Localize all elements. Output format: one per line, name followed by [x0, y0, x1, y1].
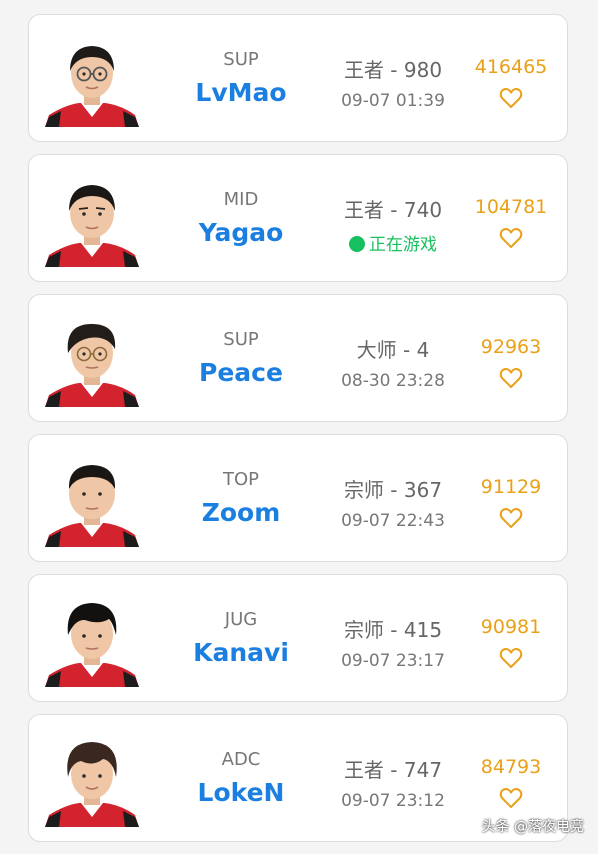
last-active-time: 09-07 01:39	[341, 91, 445, 111]
player-avatar	[43, 455, 141, 547]
player-card[interactable]: JUG Kanavi 宗师 - 415 09-07 23:17 90981	[28, 574, 568, 702]
player-role: MID	[223, 189, 259, 210]
green-dot-icon	[349, 236, 365, 252]
last-active-time: 09-07 23:12	[341, 791, 445, 811]
player-role: JUG	[224, 609, 258, 630]
heart-outline-icon[interactable]	[499, 507, 523, 529]
heart-outline-icon[interactable]	[499, 87, 523, 109]
player-score: 84793	[480, 756, 542, 778]
player-avatar	[43, 315, 141, 407]
last-active-time: 08-30 23:28	[341, 371, 445, 391]
player-card[interactable]: MID Yagao 王者 - 740 正在游戏 104781	[28, 154, 568, 282]
player-score: 91129	[480, 476, 542, 498]
player-name[interactable]: LokeN	[175, 778, 307, 807]
player-name[interactable]: Kanavi	[175, 638, 307, 667]
player-name[interactable]: LvMao	[175, 78, 307, 107]
heart-outline-icon[interactable]	[499, 367, 523, 389]
watermark-text: 头条 @落夜电竞	[481, 819, 584, 835]
player-avatar	[43, 35, 141, 127]
player-avatar	[43, 595, 141, 687]
online-status: 正在游戏	[329, 230, 457, 255]
player-rank: 王者 - 747	[343, 758, 443, 782]
player-score: 92963	[480, 336, 542, 358]
player-role: TOP	[222, 469, 260, 490]
player-rank: 宗师 - 367	[343, 478, 443, 502]
heart-outline-icon[interactable]	[499, 787, 523, 809]
player-card[interactable]: SUP Peace 大师 - 4 08-30 23:28 92963	[28, 294, 568, 422]
player-rank: 宗师 - 415	[343, 618, 443, 642]
player-avatar	[43, 175, 141, 267]
player-score: 416465	[474, 56, 548, 78]
heart-outline-icon[interactable]	[499, 647, 523, 669]
player-avatar	[43, 735, 141, 827]
player-card[interactable]: TOP Zoom 宗师 - 367 09-07 22:43 91129	[28, 434, 568, 562]
player-rank: 王者 - 740	[343, 198, 443, 222]
heart-outline-icon[interactable]	[499, 227, 523, 249]
player-name[interactable]: Zoom	[175, 498, 307, 527]
player-name[interactable]: Yagao	[175, 218, 307, 247]
player-name[interactable]: Peace	[175, 358, 307, 387]
last-active-time: 09-07 23:17	[341, 651, 445, 671]
last-active-time: 09-07 22:43	[341, 511, 445, 531]
player-role: ADC	[221, 749, 261, 770]
player-score: 104781	[474, 196, 548, 218]
player-rank: 大师 - 4	[356, 338, 430, 362]
online-status-label: 正在游戏	[369, 235, 437, 255]
player-rank: 王者 - 980	[343, 58, 443, 82]
player-list: SUP LvMao 王者 - 980 09-07 01:39 416465 MI…	[28, 14, 568, 854]
player-card[interactable]: SUP LvMao 王者 - 980 09-07 01:39 416465	[28, 14, 568, 142]
player-role: SUP	[223, 329, 259, 350]
player-role: SUP	[223, 49, 259, 70]
player-score: 90981	[480, 616, 542, 638]
